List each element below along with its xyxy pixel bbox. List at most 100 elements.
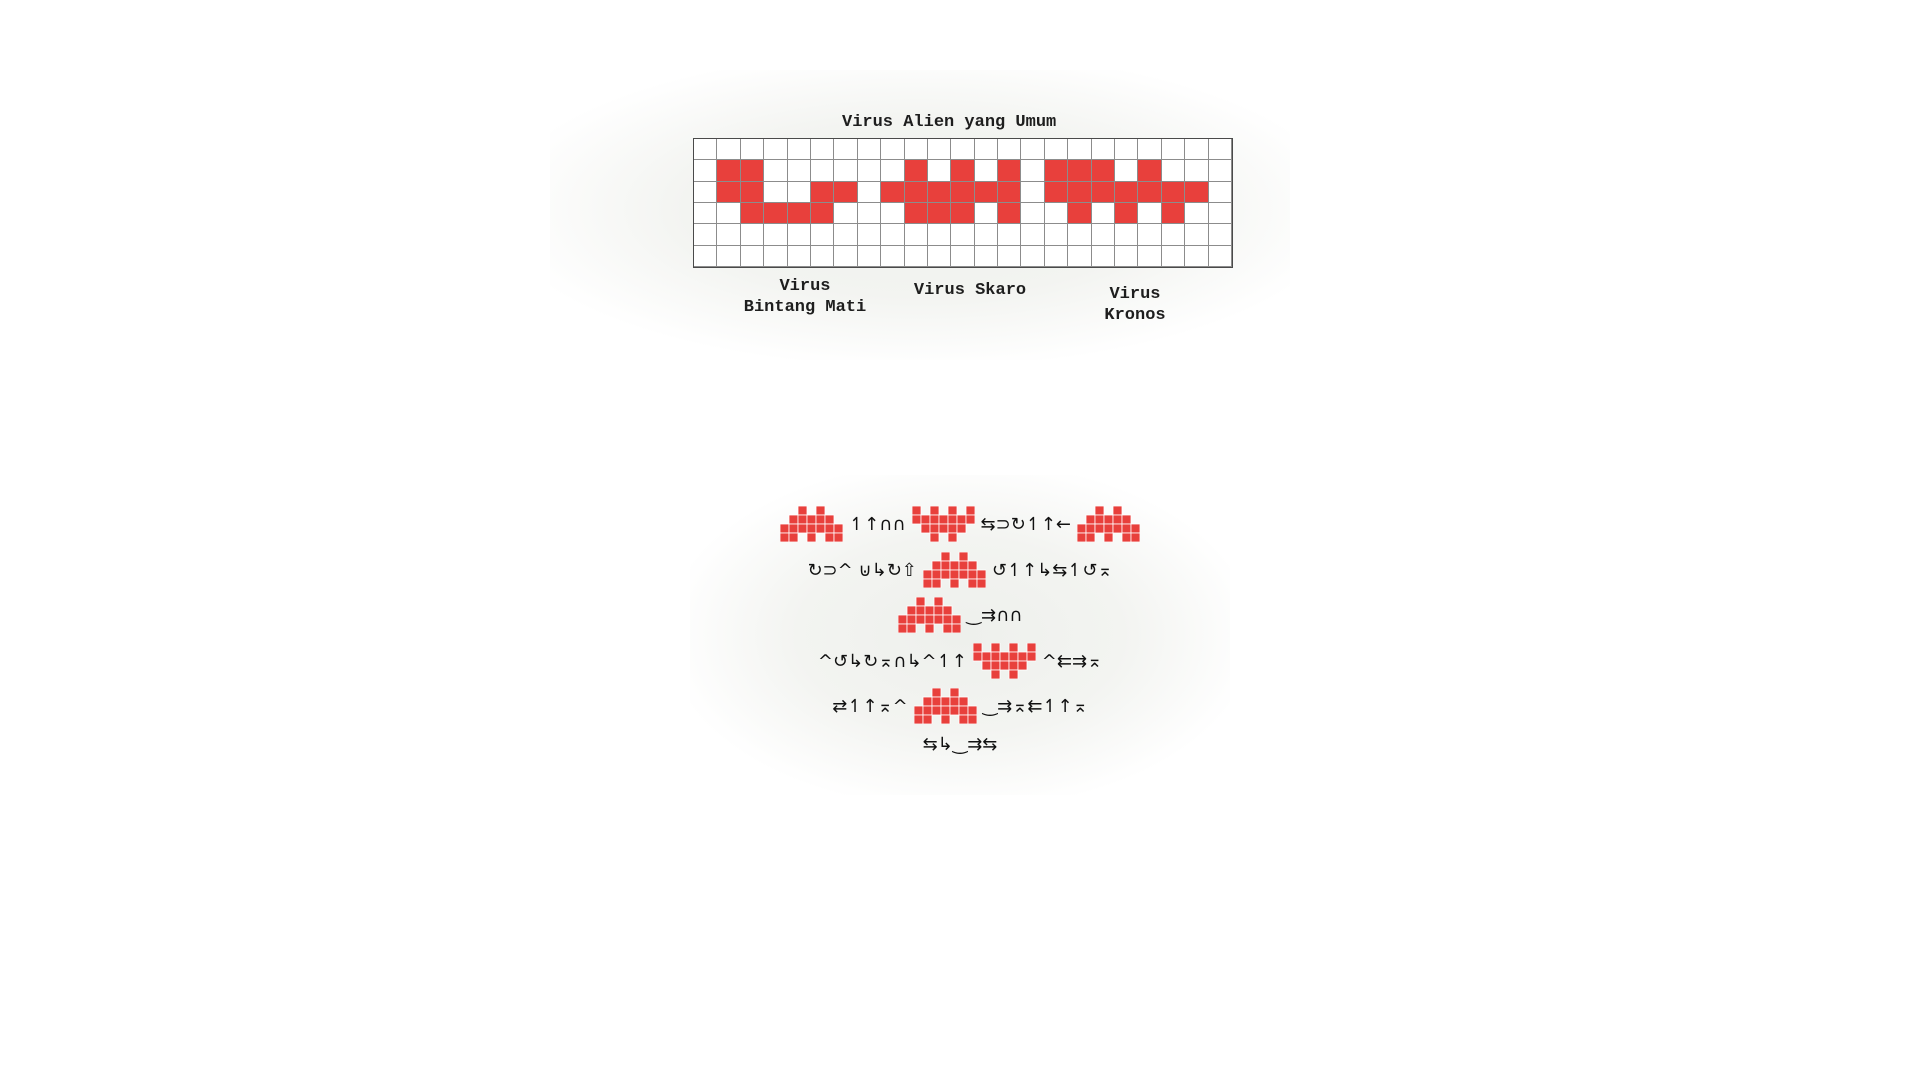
message-line: ⇄↿↑⌅^ ‿⇉⌅⇇↿↑⌅ <box>0 688 1920 724</box>
grid-cell <box>881 203 905 225</box>
grid-cell <box>787 139 811 161</box>
grid-cell <box>1115 160 1139 182</box>
grid-cell-filled <box>717 160 741 182</box>
grid-cell <box>1068 245 1092 267</box>
grid-cell <box>1044 203 1069 225</box>
grid-cell <box>1068 139 1092 161</box>
label-kronos-line2: Kronos <box>1104 306 1166 325</box>
grid-cell <box>1161 139 1186 161</box>
label-bintang-mati-line2: Bintang Mati <box>743 298 867 317</box>
grid-cell <box>1044 245 1069 267</box>
cipher-text: ‿⇉∩∩ <box>966 604 1023 626</box>
grid-cell-filled <box>1138 181 1162 203</box>
label-bintang-mati-line1: Virus <box>779 277 831 296</box>
grid-cell <box>1091 224 1116 246</box>
grid-cell <box>834 224 858 246</box>
grid-cell <box>717 224 741 246</box>
grid-cell <box>881 139 905 161</box>
grid-cell-filled <box>1068 181 1092 203</box>
grid-cell <box>1161 160 1186 182</box>
cipher-text: ↿↑∩∩ <box>848 513 906 535</box>
grid-cell <box>764 224 788 246</box>
grid-cell <box>881 160 905 182</box>
grid-cell-filled <box>810 181 835 203</box>
grid-cell <box>1044 139 1069 161</box>
grid-cell <box>764 160 788 182</box>
cipher-text: ⇆↳‿⇉⇆ <box>922 734 998 755</box>
grid-cell <box>857 139 882 161</box>
grid-cell <box>1208 203 1232 225</box>
grid-cell-filled <box>717 181 741 203</box>
grid-cell <box>1021 203 1045 225</box>
grid-cell <box>857 224 882 246</box>
grid-cell <box>1021 139 1045 161</box>
cipher-text: ‿⇉⌅⇇↿↑⌅ <box>982 695 1088 717</box>
grid-cell <box>1138 224 1162 246</box>
grid-cell-filled <box>998 203 1022 225</box>
chart-title: Virus Alien yang Umum <box>842 113 1057 132</box>
grid-cell-filled <box>810 203 835 225</box>
grid-cell <box>694 139 718 161</box>
grid-cell <box>694 203 718 225</box>
grid-cell <box>904 139 928 161</box>
grid-cell <box>764 139 788 161</box>
message-line: ↻⊃^ ⊍↳↻⇧ ↺↿↑↳⇆↿↺⌅ <box>0 552 1920 588</box>
message-line: ‿⇉∩∩ <box>0 597 1920 633</box>
grid-cell-filled <box>834 181 858 203</box>
grid-cell <box>904 245 928 267</box>
grid-cell <box>998 139 1022 161</box>
grid-cell-filled <box>1044 160 1069 182</box>
label-skaro: Virus Skaro <box>890 280 1050 301</box>
grid-cell <box>1115 224 1139 246</box>
label-kronos: Virus Kronos <box>1055 284 1215 326</box>
grid-cell-filled <box>740 160 765 182</box>
cipher-text: ⇄↿↑⌅^ <box>832 695 908 717</box>
grid-cell <box>740 139 765 161</box>
grid-cell <box>974 139 999 161</box>
grid-cell <box>764 181 788 203</box>
virus-kronos-icon <box>897 597 961 633</box>
grid-cell-filled <box>951 181 975 203</box>
grid-cell <box>787 245 811 267</box>
cipher-text: ↻⊃^ ⊍↳↻⇧ <box>807 559 917 581</box>
grid-cell <box>927 160 952 182</box>
grid-cell-filled <box>1115 203 1139 225</box>
grid-cell <box>881 224 905 246</box>
grid-cell <box>1091 139 1116 161</box>
virus-skaro-icon <box>972 643 1036 679</box>
grid-cell <box>951 245 975 267</box>
grid-cell <box>1115 245 1139 267</box>
grid-cell-filled <box>974 181 999 203</box>
grid-cell-filled <box>927 203 952 225</box>
grid-cell <box>717 203 741 225</box>
grid-cell-filled <box>1091 160 1116 182</box>
grid-cell <box>927 139 952 161</box>
grid-cell <box>927 245 952 267</box>
grid-cell <box>1185 245 1209 267</box>
grid-cell <box>810 139 835 161</box>
grid-cell <box>881 245 905 267</box>
grid-cell <box>951 139 975 161</box>
grid-cell <box>1021 245 1045 267</box>
grid-cell <box>1208 224 1232 246</box>
grid-cell <box>1185 224 1209 246</box>
grid-cell <box>1161 245 1186 267</box>
grid-cell-filled <box>740 203 765 225</box>
grid-cell-filled <box>1068 160 1092 182</box>
grid-cell <box>974 224 999 246</box>
grid-cell <box>1115 139 1139 161</box>
grid-cell <box>998 224 1022 246</box>
grid-cell-filled <box>927 181 952 203</box>
grid-cell <box>717 139 741 161</box>
label-skaro-line1: Virus Skaro <box>913 281 1027 300</box>
grid-cell <box>694 245 718 267</box>
grid-cell-filled <box>998 160 1022 182</box>
grid-cell-filled <box>764 203 788 225</box>
grid-cell <box>1185 160 1209 182</box>
grid-cell-filled <box>787 203 811 225</box>
grid-cell <box>787 160 811 182</box>
grid-cell-filled <box>1161 203 1186 225</box>
grid-cell <box>1208 245 1232 267</box>
virus-kronos-icon <box>913 688 977 724</box>
grid-cell <box>810 224 835 246</box>
